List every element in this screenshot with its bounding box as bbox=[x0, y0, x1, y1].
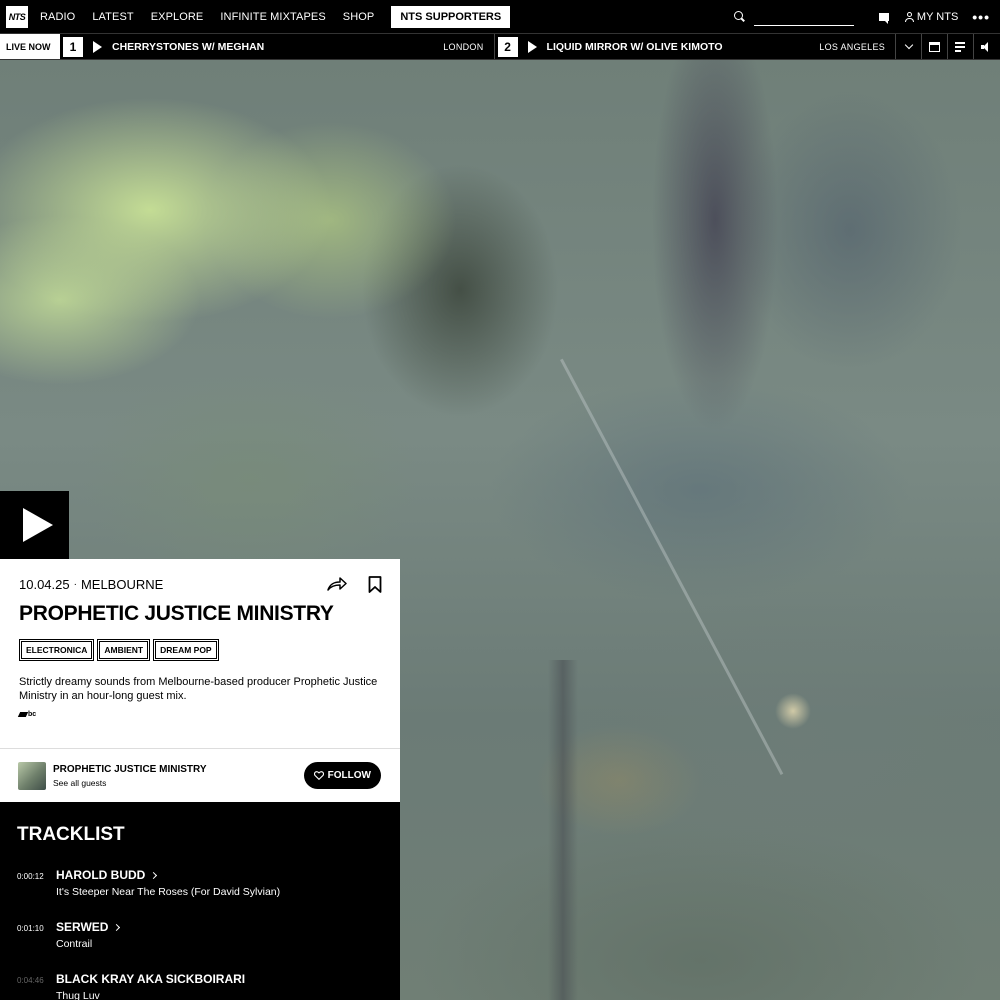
episode-description: Strictly dreamy sounds from Melbourne-ba… bbox=[19, 676, 378, 702]
genre-tag[interactable]: AMBIENT bbox=[97, 639, 151, 661]
search-input[interactable] bbox=[753, 7, 854, 26]
episode-date: 10.04.25 bbox=[19, 577, 70, 592]
top-navigation: NTS RADIO LATEST EXPLORE INFINITE MIXTAP… bbox=[0, 0, 1000, 34]
genre-tags: ELECTRONICA AMBIENT DREAM POP bbox=[19, 639, 382, 661]
episode-location[interactable]: MELBOURNE bbox=[81, 577, 163, 592]
track-time: 0:04:46 bbox=[17, 976, 44, 985]
chevron-right-icon bbox=[150, 871, 158, 879]
track-song: Contrail bbox=[56, 938, 93, 950]
host-info: PROPHETIC JUSTICE MINISTRY See all guest… bbox=[53, 764, 207, 788]
more-icon[interactable]: ••• bbox=[972, 10, 990, 24]
heart-icon bbox=[313, 771, 324, 780]
queue-button[interactable] bbox=[948, 34, 975, 59]
bookmark-icon[interactable] bbox=[368, 576, 382, 593]
see-all-guests-link[interactable]: See all guests bbox=[53, 778, 207, 788]
track-time: 0:00:12 bbox=[17, 872, 44, 881]
channel-number: 2 bbox=[497, 36, 518, 57]
nav-shop[interactable]: SHOP bbox=[343, 11, 375, 23]
live-now-badge: LIVE NOW bbox=[0, 34, 60, 59]
channel-location: LONDON bbox=[443, 41, 484, 52]
nav-radio[interactable]: RADIO bbox=[40, 11, 75, 23]
expand-button[interactable] bbox=[896, 34, 923, 59]
calendar-icon bbox=[929, 41, 941, 52]
play-icon[interactable] bbox=[93, 40, 102, 53]
track-song: Thug Luv bbox=[56, 990, 100, 1000]
genre-tag[interactable]: ELECTRONICA bbox=[19, 639, 95, 661]
nts-supporters-button[interactable]: NTS SUPPORTERS bbox=[391, 5, 511, 28]
tracklist-title: TRACKLIST bbox=[17, 824, 125, 845]
host-name[interactable]: PROPHETIC JUSTICE MINISTRY bbox=[53, 764, 207, 775]
tracklist: TRACKLIST 0:00:12 HAROLD BUDD It's Steep… bbox=[0, 802, 400, 1000]
track-item: 0:01:10 SERWED Contrail bbox=[17, 920, 400, 950]
genre-tag[interactable]: DREAM POP bbox=[153, 639, 219, 661]
bandcamp-icon bbox=[17, 712, 29, 717]
hero-trunk-detail bbox=[548, 660, 578, 1000]
user-icon bbox=[904, 12, 914, 22]
volume-icon bbox=[981, 41, 993, 52]
nav-explore[interactable]: EXPLORE bbox=[151, 11, 204, 23]
meta-separator: · bbox=[73, 579, 77, 590]
host-row: PROPHETIC JUSTICE MINISTRY See all guest… bbox=[0, 748, 400, 802]
chevron-down-icon bbox=[904, 40, 913, 50]
track-artist: HAROLD BUDD bbox=[56, 868, 146, 882]
nts-logo[interactable]: NTS bbox=[6, 5, 28, 28]
chevron-right-icon bbox=[113, 923, 121, 931]
live-now-label: LIVE NOW bbox=[6, 41, 51, 52]
volume-button[interactable] bbox=[974, 34, 1000, 59]
track-song: It's Steeper Near The Roses (For David S… bbox=[56, 886, 281, 898]
track-item: 0:00:12 HAROLD BUDD It's Steeper Near Th… bbox=[17, 868, 400, 898]
channel-title[interactable]: LIQUID MIRROR W/ OLIVE KIMOTO bbox=[547, 41, 723, 53]
channel-number: 1 bbox=[63, 36, 83, 57]
play-icon[interactable] bbox=[527, 40, 537, 53]
logo-text: NTS bbox=[8, 11, 26, 22]
channel-title[interactable]: CHERRYSTONES W/ MEGHAN bbox=[112, 41, 264, 53]
track-artist-link[interactable]: HAROLD BUDD bbox=[56, 868, 280, 882]
hero-light-spot bbox=[775, 693, 811, 729]
episode-title: PROPHETIC JUSTICE MINISTRY bbox=[19, 602, 334, 625]
topnav-right: MY NTS ••• bbox=[733, 0, 1000, 33]
live-bar: LIVE NOW 1 CHERRYSTONES W/ MEGHAN LONDON… bbox=[0, 34, 1000, 60]
episode-play-button[interactable] bbox=[0, 491, 69, 559]
nav-infinite-mixtapes[interactable]: INFINITE MIXTAPES bbox=[220, 11, 325, 23]
search-icon[interactable] bbox=[733, 10, 746, 23]
follow-button[interactable]: FOLLOW bbox=[303, 762, 381, 789]
track-time: 0:01:10 bbox=[17, 924, 44, 933]
hero-stick-detail bbox=[560, 358, 784, 775]
track-artist-link[interactable]: SERWED bbox=[56, 920, 121, 934]
channel-1[interactable]: 1 CHERRYSTONES W/ MEGHAN LONDON bbox=[60, 34, 495, 59]
play-icon bbox=[22, 508, 53, 542]
nav-latest[interactable]: LATEST bbox=[92, 11, 133, 23]
bandcamp-label: bc bbox=[28, 711, 37, 718]
schedule-button[interactable] bbox=[922, 34, 949, 59]
episode-card: 10.04.25 · MELBOURNE PROPHETIC JUSTICE M… bbox=[0, 559, 400, 748]
share-icon[interactable] bbox=[327, 576, 347, 592]
avatar[interactable] bbox=[18, 761, 46, 790]
channel-location: LOS ANGELES bbox=[819, 41, 886, 52]
track-artist: SERWED bbox=[56, 920, 109, 934]
channel-2[interactable]: 2 LIQUID MIRROR W/ OLIVE KIMOTO LOS ANGE… bbox=[495, 34, 897, 59]
my-nts-link[interactable]: MY NTS bbox=[904, 10, 959, 23]
track-artist: BLACK KRAY AKA SICKBOIRARI bbox=[56, 972, 246, 986]
my-nts-label: MY NTS bbox=[916, 10, 959, 23]
chat-icon[interactable] bbox=[878, 12, 889, 24]
bandcamp-link[interactable]: bc bbox=[17, 711, 382, 718]
follow-label: FOLLOW bbox=[327, 770, 371, 781]
track-item: 0:04:46 BLACK KRAY AKA SICKBOIRARI Thug … bbox=[17, 972, 400, 1000]
queue-icon bbox=[954, 42, 967, 52]
track-artist-link[interactable]: BLACK KRAY AKA SICKBOIRARI bbox=[56, 972, 245, 986]
